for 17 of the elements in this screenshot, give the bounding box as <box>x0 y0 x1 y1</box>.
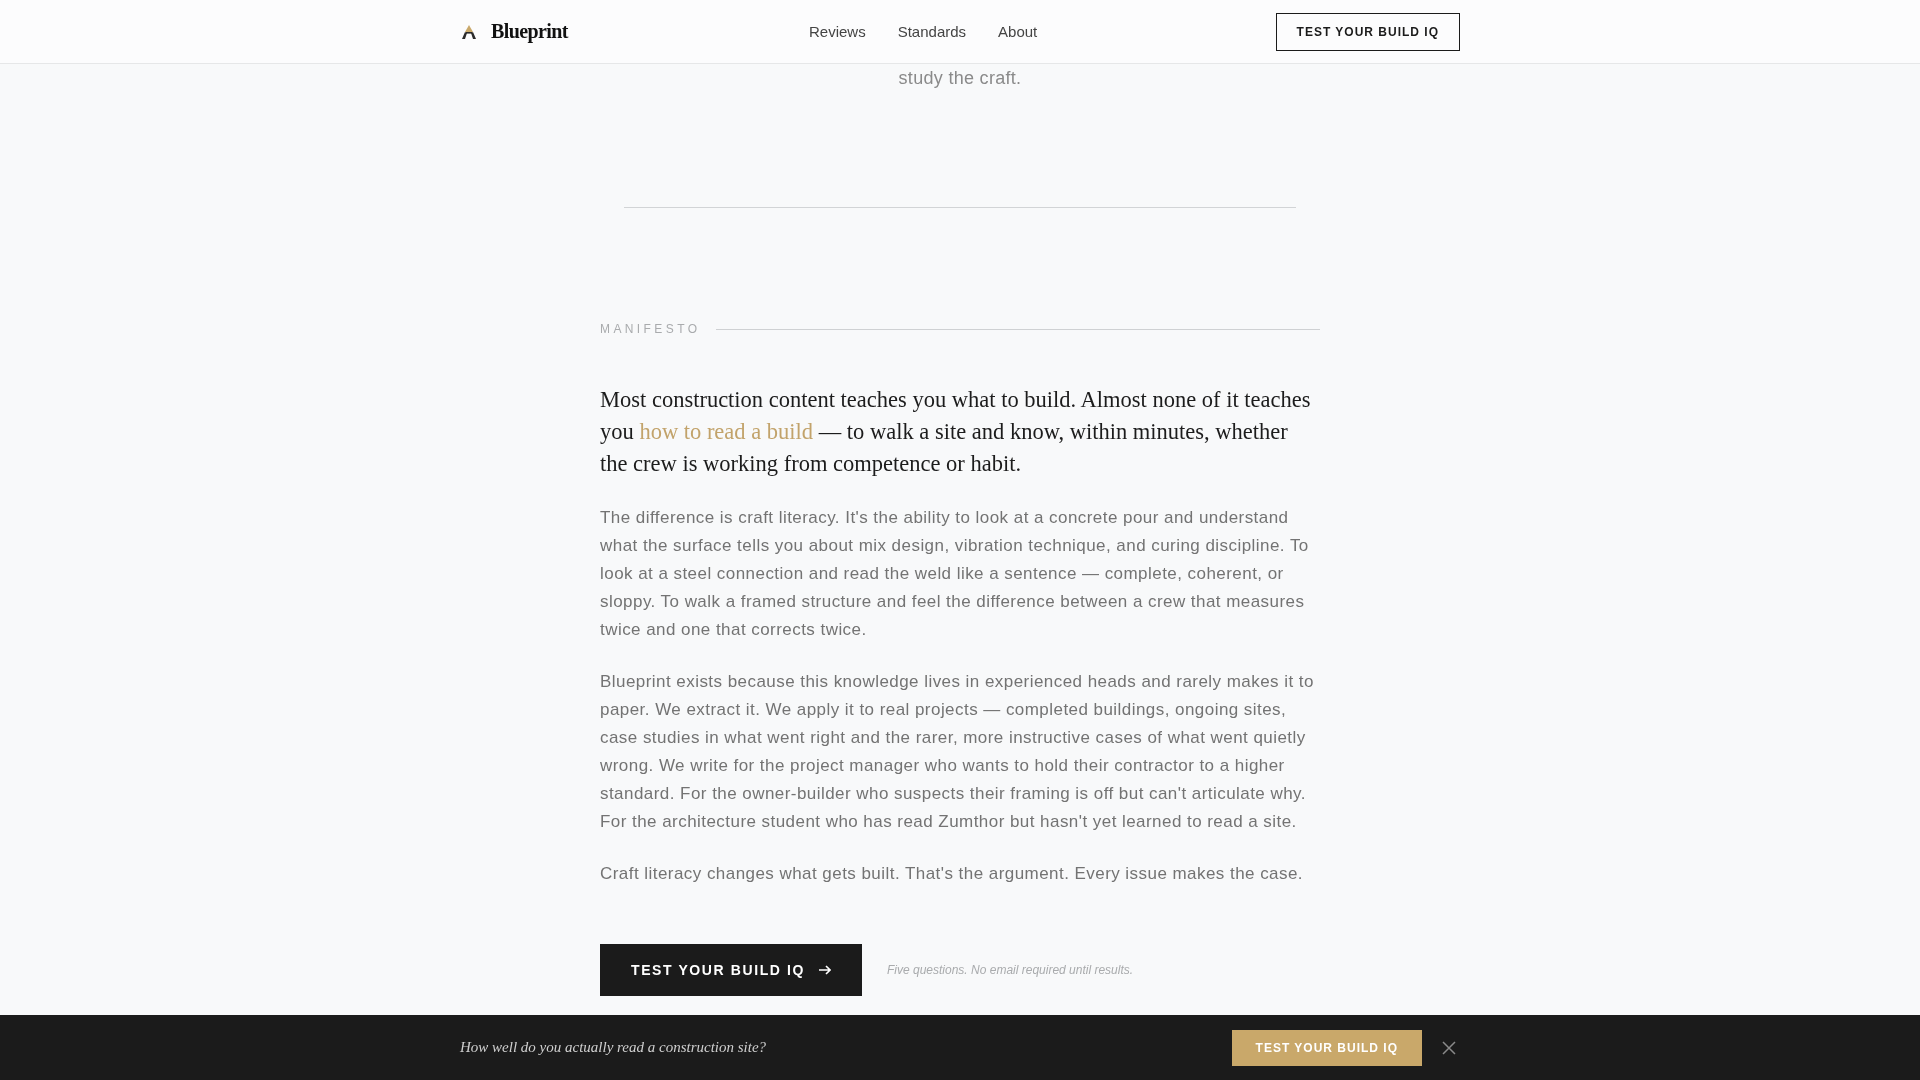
body-paragraph: The difference is craft literacy. It's the ability to look at a concrete pour and understand what the surface tells you about mix design, vibration technique, and curing discipline. To look at a steel connection and read the weld like a sentence — complete, coherent, or sloppy. To walk a framed structure and feel the difference between a crew that measures twice and one that corrects twice. <box>600 507 1310 641</box>
section-label: MANIFESTO <box>600 322 701 336</box>
nav-link[interactable]: Reviews <box>809 23 866 40</box>
header-cta-button[interactable]: TEST YOUR BUILD IQ <box>1275 12 1460 51</box>
arrow-right-icon <box>819 965 831 975</box>
intro-text: study the craft. <box>898 67 1022 90</box>
cta-note: Five questions. No email required until results. <box>887 963 1134 977</box>
nav-link[interactable]: Standards <box>897 23 967 40</box>
nav-link[interactable]: About <box>998 23 1038 40</box>
cta-button[interactable]: TEST YOUR BUILD IQ <box>600 944 862 996</box>
a-frame-icon[interactable] <box>460 23 478 40</box>
body-paragraph: Craft literacy changes what gets built. That's the argument. Every issue makes the case. <box>600 863 1304 885</box>
body-paragraph: Blueprint exists because this knowledge lives in experienced heads and rarely makes it to paper. We extract it. We apply it to real projects — completed buildings, ongoing sites, case studies in what went right and the rarer, more instructive cases of what went quietly wrong. We write for the project manager who wants to hold their contractor to a higher standard. For the owner-builder who suspects their framing is off but can't articulate why. For the architecture student who has read Zumthor but hasn't yet learned to read a site. <box>600 671 1315 833</box>
lead-paragraph: Most construction content teaches you what to build. Almost none of it teaches you how to read a build — to walk a site and know, within minutes, whether the crew is working from competence or habit. <box>600 386 1312 478</box>
site-logo[interactable]: Blueprint <box>491 20 568 43</box>
close-icon[interactable] <box>1442 1040 1456 1055</box>
banner-text: How well do you actually read a construction site? <box>460 1039 767 1056</box>
